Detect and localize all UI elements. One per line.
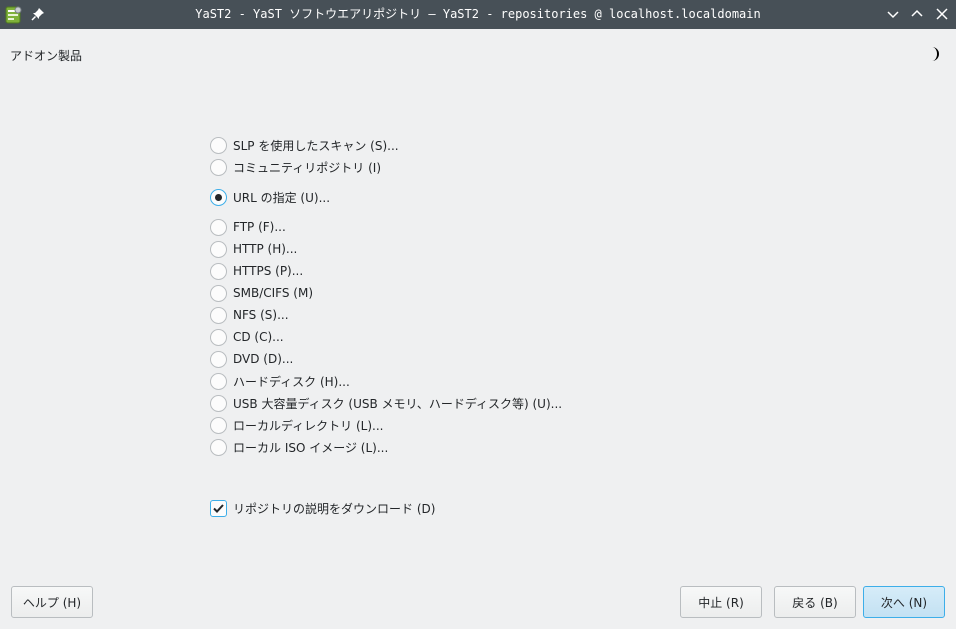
- radio-button[interactable]: [210, 328, 227, 346]
- option-label: HTTPS (P)...: [233, 264, 304, 278]
- option-label: USB 大容量ディスク (USB メモリ、ハードディスク等) (U)...: [233, 396, 563, 411]
- help-button[interactable]: ヘルプ (H): [11, 586, 93, 618]
- minimize-icon[interactable]: [885, 6, 901, 22]
- radio-button[interactable]: [210, 350, 227, 368]
- option-label: URL の指定 (U)...: [233, 190, 331, 205]
- option-http[interactable]: HTTP (H)...: [210, 239, 297, 259]
- radio-button[interactable]: [210, 416, 227, 434]
- option-label: ハードディスク (H)...: [233, 374, 350, 389]
- download-description-checkbox[interactable]: [210, 499, 227, 517]
- title-bar: YaST2 - YaST ソフトウエアリポジトリ — YaST2 - repos…: [0, 0, 956, 29]
- radio-button[interactable]: [210, 284, 227, 302]
- option-smb-cifs[interactable]: SMB/CIFS (M): [210, 283, 313, 303]
- option-ftp[interactable]: FTP (F)...: [210, 217, 286, 237]
- radio-button[interactable]: [210, 372, 227, 390]
- option-label: NFS (S)...: [233, 308, 289, 322]
- download-description-label: リポジトリの説明をダウンロード (D): [233, 501, 436, 516]
- option-cd[interactable]: CD (C)...: [210, 327, 284, 347]
- radio-button[interactable]: [210, 438, 227, 456]
- option-label: CD (C)...: [233, 330, 284, 344]
- option-label: SLP を使用したスキャン (S)...: [233, 138, 399, 153]
- radio-button[interactable]: [210, 136, 227, 154]
- option-hard-disk[interactable]: ハードディスク (H)...: [210, 371, 350, 391]
- page-title: アドオン製品: [10, 49, 83, 63]
- option-slp-scan[interactable]: SLP を使用したスキャン (S)...: [210, 135, 399, 155]
- option-local-iso[interactable]: ローカル ISO イメージ (L)...: [210, 437, 388, 457]
- option-nfs[interactable]: NFS (S)...: [210, 305, 289, 325]
- option-https[interactable]: HTTPS (P)...: [210, 261, 303, 281]
- option-community-repos[interactable]: コミュニティリポジトリ (I): [210, 157, 381, 177]
- maximize-icon[interactable]: [909, 6, 925, 22]
- pin-icon[interactable]: [31, 7, 45, 21]
- yast-app-icon: [5, 5, 23, 24]
- option-specify-url[interactable]: URL の指定 (U)...: [210, 187, 330, 207]
- radio-button[interactable]: [210, 306, 227, 324]
- option-label: SMB/CIFS (M): [233, 286, 314, 300]
- option-label: コミュニティリポジトリ (I): [233, 160, 381, 175]
- option-label: HTTP (H)...: [233, 242, 298, 256]
- option-usb-mass-storage[interactable]: USB 大容量ディスク (USB メモリ、ハードディスク等) (U)...: [210, 393, 562, 413]
- abort-button[interactable]: 中止 (R): [680, 586, 762, 618]
- next-button[interactable]: 次へ (N): [863, 586, 945, 618]
- back-button[interactable]: 戻る (B): [774, 586, 856, 618]
- option-label: ローカル ISO イメージ (L)...: [233, 440, 389, 455]
- option-label: FTP (F)...: [233, 220, 286, 234]
- radio-button-selected[interactable]: [210, 188, 227, 206]
- moon-icon: [928, 46, 942, 62]
- window-title: YaST2 - YaST ソフトウエアリポジトリ — YaST2 - repos…: [195, 7, 761, 21]
- download-description-checkbox-row[interactable]: リポジトリの説明をダウンロード (D): [210, 498, 435, 518]
- radio-button[interactable]: [210, 240, 227, 258]
- option-label: ローカルディレクトリ (L)...: [233, 418, 384, 433]
- close-icon[interactable]: [934, 6, 950, 22]
- option-dvd[interactable]: DVD (D)...: [210, 349, 293, 369]
- radio-button[interactable]: [210, 394, 227, 412]
- option-local-directory[interactable]: ローカルディレクトリ (L)...: [210, 415, 383, 435]
- radio-button[interactable]: [210, 158, 227, 176]
- checkmark-icon: [213, 503, 224, 513]
- radio-button[interactable]: [210, 218, 227, 236]
- option-label: DVD (D)...: [233, 352, 294, 366]
- radio-button[interactable]: [210, 262, 227, 280]
